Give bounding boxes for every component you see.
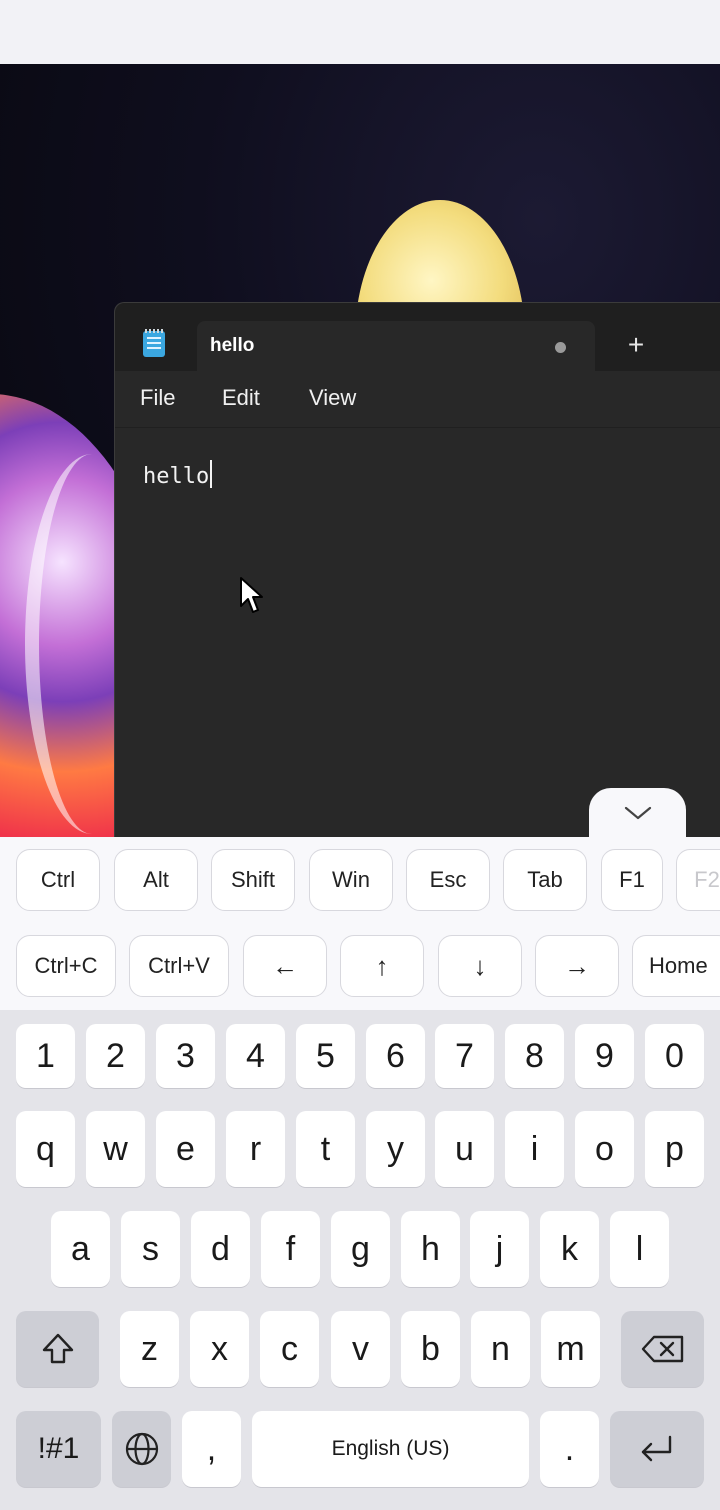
key-ctrl-v[interactable]: Ctrl+V xyxy=(129,935,229,997)
key-p[interactable]: p xyxy=(645,1111,704,1187)
notepad-icon xyxy=(143,329,165,357)
key-h[interactable]: h xyxy=(401,1211,460,1287)
key-y[interactable]: y xyxy=(366,1111,425,1187)
key-tab[interactable]: Tab xyxy=(503,849,587,911)
key-e[interactable]: e xyxy=(156,1111,215,1187)
key-q[interactable]: q xyxy=(16,1111,75,1187)
key-home[interactable]: Home xyxy=(632,935,720,997)
key-m[interactable]: m xyxy=(541,1311,600,1387)
key-shift[interactable]: Shift xyxy=(211,849,295,911)
enter-icon xyxy=(641,1435,672,1462)
menu-file[interactable]: File xyxy=(140,385,175,411)
key-i[interactable]: i xyxy=(505,1111,564,1187)
key-r[interactable]: r xyxy=(226,1111,285,1187)
keyboard-collapse-button[interactable] xyxy=(589,788,686,838)
new-tab-button[interactable]: + xyxy=(620,329,652,361)
key-j[interactable]: j xyxy=(470,1211,529,1287)
screen: { "notepad": { "tab_title": "hello", "ne… xyxy=(0,0,720,1510)
mouse-pointer-icon xyxy=(240,577,263,613)
key-5[interactable]: 5 xyxy=(296,1024,355,1088)
key-o[interactable]: o xyxy=(575,1111,634,1187)
key-b[interactable]: b xyxy=(401,1311,460,1387)
editor-content: hello xyxy=(143,460,213,489)
key-3[interactable]: 3 xyxy=(156,1024,215,1088)
key-g[interactable]: g xyxy=(331,1211,390,1287)
key-ctrl[interactable]: Ctrl xyxy=(16,849,100,911)
space-key[interactable]: English (US) xyxy=(252,1411,529,1487)
shift-arrow-icon xyxy=(42,1333,73,1364)
menu-edit[interactable]: Edit xyxy=(222,385,260,411)
text-editor[interactable]: hello xyxy=(115,427,720,837)
key-period[interactable]: . xyxy=(540,1411,599,1487)
key-arrow-left[interactable]: ← xyxy=(243,935,327,997)
key-f[interactable]: f xyxy=(261,1211,320,1287)
key-win[interactable]: Win xyxy=(309,849,393,911)
shift-key[interactable] xyxy=(16,1311,99,1387)
backspace-icon xyxy=(641,1335,683,1363)
key-z[interactable]: z xyxy=(120,1311,179,1387)
remote-desktop-view[interactable]: hello + File Edit View hello xyxy=(0,64,720,837)
key-arrow-right[interactable]: → xyxy=(535,935,619,997)
chevron-down-icon xyxy=(624,806,651,820)
key-8[interactable]: 8 xyxy=(505,1024,564,1088)
key-a[interactable]: a xyxy=(51,1211,110,1287)
key-v[interactable]: v xyxy=(331,1311,390,1387)
key-1[interactable]: 1 xyxy=(16,1024,75,1088)
soft-keyboard: 1 2 3 4 5 6 7 8 9 0 q w e r t y u i o p … xyxy=(0,1010,720,1510)
key-f1[interactable]: F1 xyxy=(601,849,663,911)
key-s[interactable]: s xyxy=(121,1211,180,1287)
key-4[interactable]: 4 xyxy=(226,1024,285,1088)
key-arrow-up[interactable]: ↑ xyxy=(340,935,424,997)
tab-strip: hello + xyxy=(115,303,720,371)
key-2[interactable]: 2 xyxy=(86,1024,145,1088)
backspace-key[interactable] xyxy=(621,1311,704,1387)
key-arrow-down[interactable]: ↓ xyxy=(438,935,522,997)
extra-keys-bar: Ctrl Alt Shift Win Esc Tab F1 F2 Ctrl+C … xyxy=(0,837,720,1010)
key-9[interactable]: 9 xyxy=(575,1024,634,1088)
editor-text: hello xyxy=(143,464,210,489)
enter-key[interactable] xyxy=(610,1411,704,1487)
symbols-key[interactable]: !#1 xyxy=(16,1411,101,1487)
text-caret xyxy=(210,460,213,488)
key-6[interactable]: 6 xyxy=(366,1024,425,1088)
key-c[interactable]: c xyxy=(260,1311,319,1387)
language-key[interactable] xyxy=(112,1411,171,1487)
tab-title: hello xyxy=(210,335,255,356)
key-ctrl-c[interactable]: Ctrl+C xyxy=(16,935,116,997)
key-f2[interactable]: F2 xyxy=(676,849,720,911)
notepad-window: hello + File Edit View hello xyxy=(114,302,720,837)
key-t[interactable]: t xyxy=(296,1111,355,1187)
key-n[interactable]: n xyxy=(471,1311,530,1387)
key-w[interactable]: w xyxy=(86,1111,145,1187)
key-esc[interactable]: Esc xyxy=(406,849,490,911)
key-alt[interactable]: Alt xyxy=(114,849,198,911)
menu-bar: File Edit View xyxy=(115,371,720,427)
key-u[interactable]: u xyxy=(435,1111,494,1187)
menu-view[interactable]: View xyxy=(309,385,356,411)
globe-icon xyxy=(125,1432,158,1466)
key-l[interactable]: l xyxy=(610,1211,669,1287)
tab-hello[interactable]: hello xyxy=(197,321,595,371)
key-d[interactable]: d xyxy=(191,1211,250,1287)
key-comma[interactable]: , xyxy=(182,1411,241,1487)
key-0[interactable]: 0 xyxy=(645,1024,704,1088)
key-k[interactable]: k xyxy=(540,1211,599,1287)
key-x[interactable]: x xyxy=(190,1311,249,1387)
unsaved-dot-icon[interactable] xyxy=(555,342,566,353)
status-bar xyxy=(0,0,720,64)
key-7[interactable]: 7 xyxy=(435,1024,494,1088)
